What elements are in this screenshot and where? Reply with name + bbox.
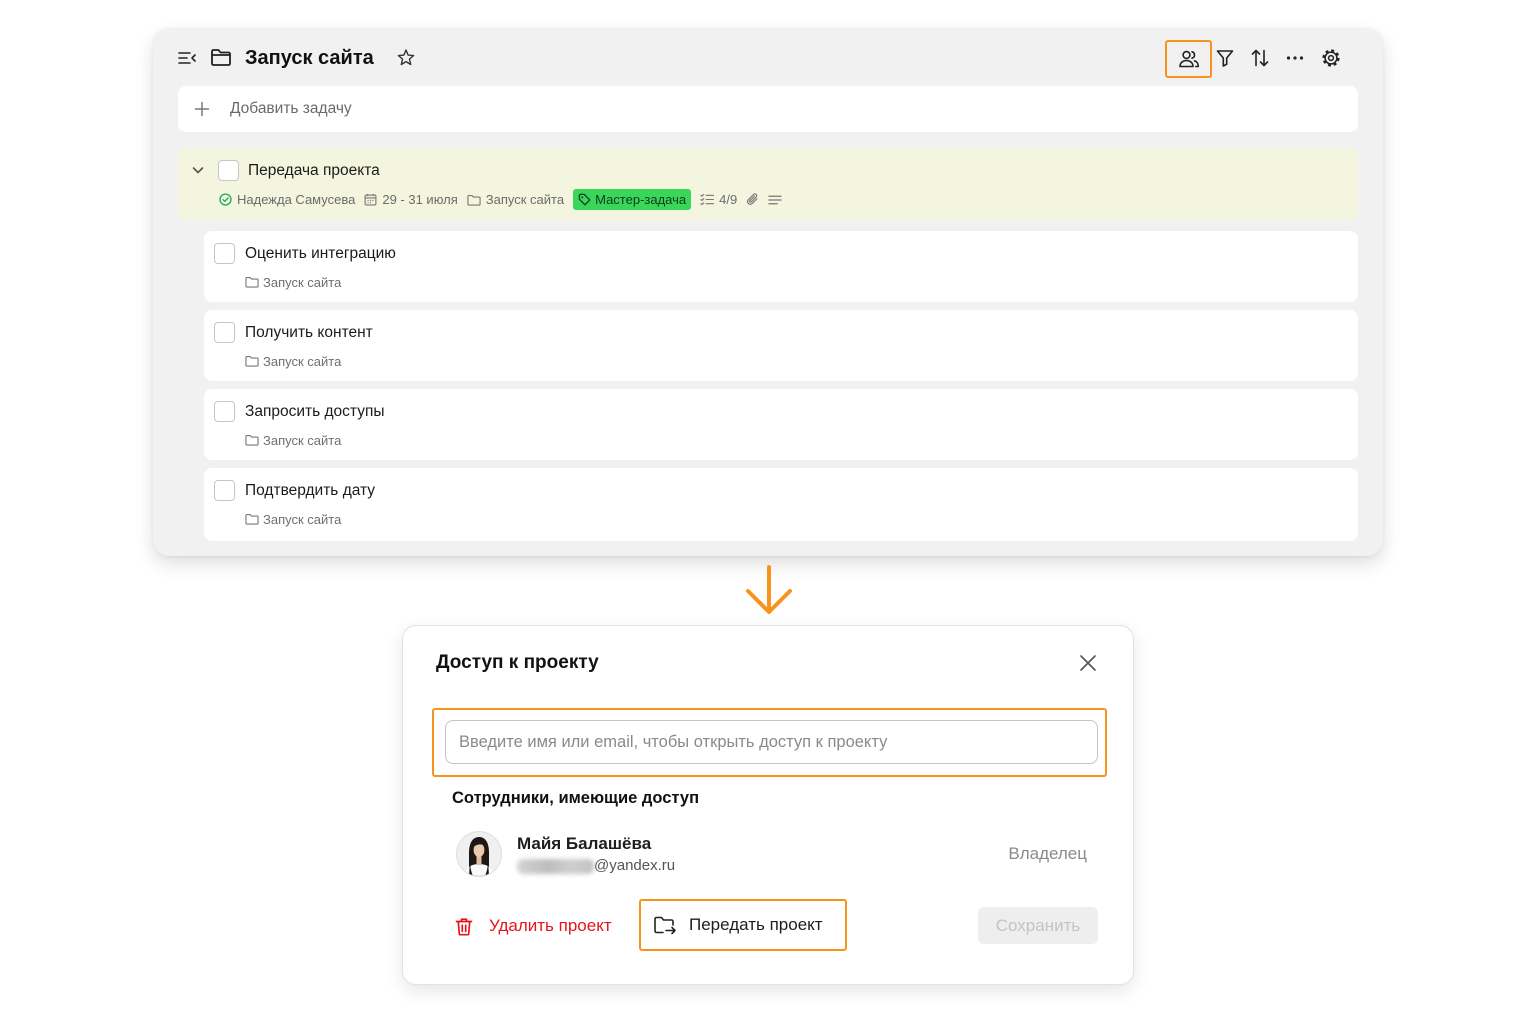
- plus-icon: [194, 101, 210, 117]
- dialog-title: Доступ к проекту: [436, 652, 599, 673]
- calendar-icon: [364, 193, 377, 206]
- folder-icon: [245, 355, 259, 367]
- task-title: Получить контент: [245, 324, 373, 341]
- close-icon[interactable]: [1079, 654, 1097, 672]
- email-redacted: [517, 859, 594, 874]
- task-checkbox[interactable]: [218, 160, 239, 181]
- project-name: Запуск сайта: [485, 192, 565, 207]
- task-project: Запуск сайта: [245, 511, 341, 527]
- task-checkbox[interactable]: [214, 480, 235, 501]
- transfer-project-label: Передать проект: [689, 915, 823, 934]
- task-project[interactable]: Запуск сайта: [467, 192, 564, 207]
- subtask-card[interactable]: Запросить доступы Запуск сайта: [204, 389, 1358, 460]
- checklist-count: 4/9: [719, 192, 738, 207]
- subtask-card[interactable]: Оценить интеграцию Запуск сайта: [204, 231, 1358, 302]
- checklist-icon: [700, 193, 715, 206]
- sort-icon[interactable]: [1250, 48, 1270, 68]
- arrow-down-icon: [744, 563, 794, 617]
- paperclip-icon[interactable]: [746, 193, 759, 206]
- tag-badge[interactable]: Мастер-задача: [573, 189, 692, 210]
- share-search-input[interactable]: [445, 720, 1098, 764]
- master-task-row[interactable]: Передача проекта Надежда Самусева 29 - 3…: [178, 148, 1358, 220]
- folder-icon: [467, 194, 481, 206]
- checklist-progress[interactable]: 4/9: [700, 192, 737, 207]
- star-icon[interactable]: [397, 49, 415, 67]
- delete-project-label: Удалить проект: [489, 916, 612, 935]
- task-title: Оценить интеграцию: [245, 245, 396, 262]
- project-board: Запуск сайта Добавить задачу Передача пр…: [153, 28, 1383, 556]
- filter-icon[interactable]: [1215, 48, 1235, 68]
- task-project: Запуск сайта: [245, 432, 341, 448]
- add-task-label: Добавить задачу: [230, 100, 352, 117]
- avatar: [456, 831, 502, 877]
- description-icon[interactable]: [768, 194, 782, 206]
- task-title: Подтвердить дату: [245, 482, 376, 499]
- folder-icon: [245, 434, 259, 446]
- task-checkbox[interactable]: [214, 243, 235, 264]
- subtask-card[interactable]: Получить контент Запуск сайта: [204, 310, 1358, 381]
- project-name: Запуск сайта: [263, 274, 342, 290]
- page-title: Запуск сайта: [245, 47, 374, 69]
- save-button[interactable]: Сохранить: [978, 907, 1098, 944]
- add-task-input[interactable]: Добавить задачу: [178, 86, 1358, 132]
- tag-icon: [578, 193, 591, 206]
- task-project: Запуск сайта: [245, 274, 341, 290]
- tag-label: Мастер-задача: [595, 192, 687, 207]
- project-name: Запуск сайта: [263, 353, 342, 369]
- transfer-project-button[interactable]: Передать проект: [641, 901, 845, 949]
- users-icon: [1177, 49, 1201, 69]
- task-project: Запуск сайта: [245, 353, 341, 369]
- project-access-dialog: Доступ к проекту Сотрудники, имеющие дос…: [402, 625, 1134, 985]
- task-checkbox[interactable]: [214, 401, 235, 422]
- sidebar-toggle-icon[interactable]: [177, 48, 197, 68]
- folder-icon: [245, 513, 259, 525]
- task-title: Передача проекта: [248, 162, 380, 179]
- folder-icon: [245, 276, 259, 288]
- share-access-button[interactable]: [1176, 47, 1202, 71]
- highlight-frame: [1165, 40, 1212, 78]
- delete-project-button[interactable]: Удалить проект: [455, 913, 612, 939]
- task-meta: Надежда Самусева 29 - 31 июля Запуск сай…: [219, 189, 782, 210]
- member-name: Майя Балашёва: [517, 834, 652, 853]
- member-email: @yandex.ru: [594, 857, 676, 874]
- project-name: Запуск сайта: [263, 432, 342, 448]
- dates-text: 29 - 31 июля: [382, 192, 458, 207]
- folder-icon: [210, 47, 232, 67]
- highlight-frame: Передать проект: [639, 899, 847, 951]
- chevron-down-icon[interactable]: [191, 163, 205, 177]
- members-heading: Сотрудники, имеющие доступ: [452, 789, 700, 807]
- assignee-name: Надежда Самусева: [237, 192, 356, 207]
- subtask-card[interactable]: Подтвердить дату Запуск сайта: [204, 468, 1358, 541]
- project-name: Запуск сайта: [263, 511, 342, 527]
- gear-icon[interactable]: [1321, 48, 1341, 68]
- trash-icon: [455, 917, 473, 936]
- task-title: Запросить доступы: [245, 403, 385, 420]
- task-checkbox[interactable]: [214, 322, 235, 343]
- assignee[interactable]: Надежда Самусева: [219, 192, 355, 207]
- more-icon[interactable]: [1285, 48, 1305, 68]
- member-role: Владелец: [1008, 844, 1087, 863]
- due-dates[interactable]: 29 - 31 июля: [364, 192, 458, 207]
- check-circle-icon: [219, 193, 232, 206]
- folder-transfer-icon: [653, 915, 677, 935]
